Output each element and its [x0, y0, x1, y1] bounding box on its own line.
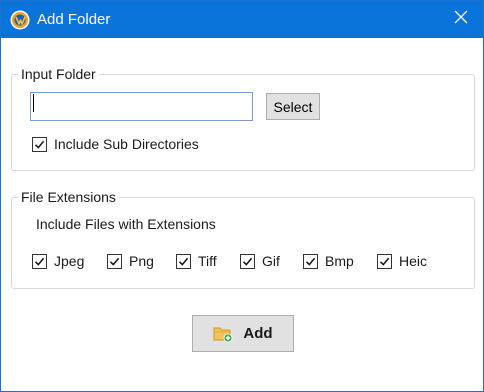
- check-icon: [242, 257, 253, 266]
- window-title: Add Folder: [37, 11, 111, 28]
- check-icon: [178, 257, 189, 266]
- input-folder-legend: Input Folder: [18, 65, 99, 83]
- check-icon: [379, 257, 390, 266]
- check-icon: [109, 257, 120, 266]
- input-folder-group: Input Folder: [11, 65, 475, 171]
- text-caret: [33, 94, 34, 112]
- add-button-label: Add: [243, 325, 273, 342]
- include-extensions-label: Include Files with Extensions: [36, 216, 216, 232]
- close-icon: [454, 10, 468, 29]
- select-button-label: Select: [273, 98, 313, 115]
- add-folder-dialog: Add Folder Input Folder Select Include S…: [0, 0, 484, 392]
- include-subdirs-label: Include Sub Directories: [54, 136, 199, 152]
- ext-gif-label: Gif: [262, 253, 280, 269]
- checkbox-box: [176, 253, 191, 269]
- ext-bmp-label: Bmp: [325, 253, 354, 269]
- checkbox-box: [303, 253, 318, 269]
- ext-bmp-checkbox[interactable]: Bmp: [303, 252, 354, 270]
- folder-path-input[interactable]: [30, 92, 253, 121]
- checkbox-box: [240, 253, 255, 269]
- ext-tiff-checkbox[interactable]: Tiff: [176, 252, 217, 270]
- file-extensions-legend: File Extensions: [18, 188, 119, 206]
- checkbox-box: [32, 136, 47, 152]
- ext-jpeg-checkbox[interactable]: Jpeg: [32, 252, 84, 270]
- checkbox-box: [32, 253, 47, 269]
- include-subdirs-checkbox[interactable]: Include Sub Directories: [32, 135, 199, 153]
- checkbox-box: [377, 253, 392, 269]
- check-icon: [305, 257, 316, 266]
- ext-tiff-label: Tiff: [198, 253, 217, 269]
- ext-heic-label: Heic: [399, 253, 428, 269]
- ext-jpeg-label: Jpeg: [54, 253, 85, 269]
- select-folder-button[interactable]: Select: [266, 93, 320, 120]
- check-icon: [34, 140, 45, 149]
- ext-gif-checkbox[interactable]: Gif: [240, 252, 280, 270]
- add-button[interactable]: Add: [192, 315, 294, 352]
- add-folder-icon: [213, 325, 233, 343]
- check-icon: [34, 257, 45, 266]
- close-button[interactable]: [439, 1, 483, 38]
- app-logo-icon: [10, 10, 30, 30]
- ext-png-label: Png: [129, 253, 154, 269]
- file-extensions-group: File Extensions: [11, 188, 475, 289]
- ext-png-checkbox[interactable]: Png: [107, 252, 154, 270]
- title-bar[interactable]: Add Folder: [1, 1, 483, 38]
- ext-heic-checkbox[interactable]: Heic: [377, 252, 427, 270]
- checkbox-box: [107, 253, 122, 269]
